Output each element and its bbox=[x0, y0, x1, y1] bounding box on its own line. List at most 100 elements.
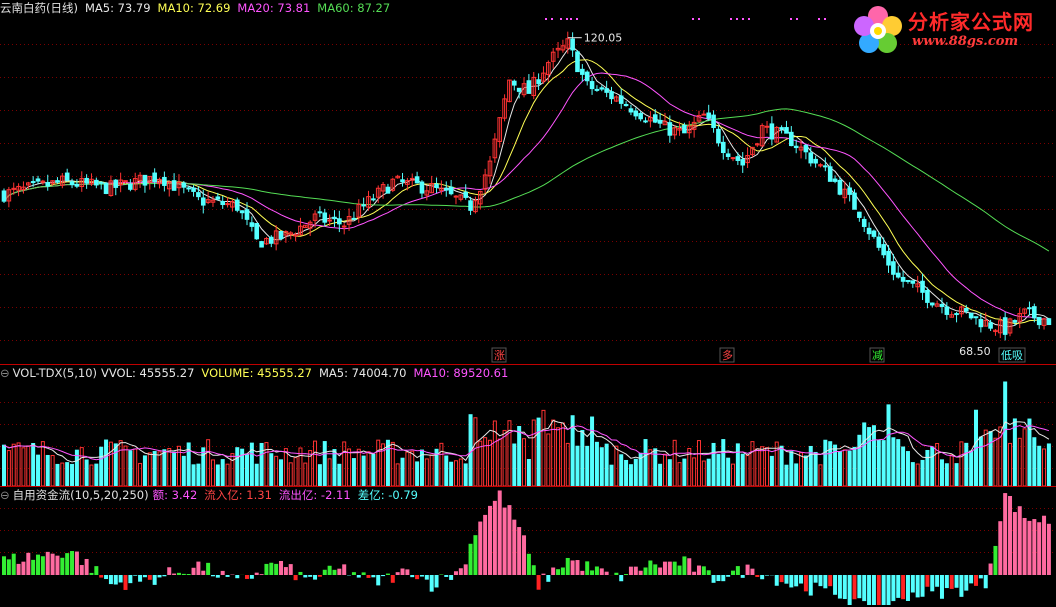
flow-indicator-name[interactable]: 自用资金流(10,5,20,250) bbox=[13, 488, 149, 502]
volume-bar bbox=[288, 462, 293, 487]
volume-bar bbox=[40, 441, 45, 487]
signal-dot bbox=[545, 18, 547, 20]
legend-flow-amount: 额: 3.42 bbox=[152, 488, 198, 502]
legend-ma10: MA10: 72.69 bbox=[157, 1, 231, 15]
candle-body bbox=[740, 159, 746, 166]
volume-bar bbox=[896, 439, 901, 487]
candle-body bbox=[181, 182, 187, 188]
volume-bar bbox=[823, 439, 828, 487]
volume-bar bbox=[949, 454, 954, 487]
candle-body bbox=[779, 127, 784, 130]
candle-body bbox=[837, 179, 843, 195]
flow-bar-positive bbox=[1037, 522, 1042, 575]
flow-bar-positive bbox=[16, 563, 21, 575]
volume-bar bbox=[104, 439, 109, 487]
candle-body bbox=[113, 179, 119, 188]
flow-bar-negative bbox=[424, 575, 429, 580]
volume-bar bbox=[395, 463, 400, 487]
candle-body bbox=[64, 172, 70, 181]
flow-bar-negative bbox=[142, 575, 147, 578]
moving-average-lines bbox=[3, 46, 1050, 328]
flow-bar-negative bbox=[837, 575, 842, 599]
flow-bar-negative bbox=[381, 575, 386, 577]
candle-body bbox=[385, 186, 391, 194]
candle-body bbox=[259, 241, 264, 248]
flow-bar-positive bbox=[483, 514, 488, 575]
flow-bar-negative bbox=[104, 575, 109, 580]
flow-bar-positive bbox=[463, 564, 468, 575]
candle-body bbox=[332, 216, 337, 220]
flow-bar-positive bbox=[45, 551, 50, 575]
flow-bar-negative bbox=[939, 575, 944, 599]
flow-bar-positive bbox=[201, 570, 206, 575]
flow-bar-positive bbox=[551, 567, 556, 575]
flow-bar-negative bbox=[954, 575, 959, 588]
volume-indicator-name[interactable]: VOL-TDX(5,10) bbox=[13, 366, 97, 380]
flow-bar-positive bbox=[254, 572, 259, 575]
volume-bar bbox=[317, 464, 322, 487]
flow-bar-positive bbox=[998, 521, 1003, 575]
volume-bar bbox=[351, 458, 356, 487]
candle-body bbox=[711, 114, 716, 128]
flow-bar-positive bbox=[298, 571, 303, 575]
volume-bar bbox=[803, 455, 808, 487]
candle-body bbox=[570, 38, 575, 51]
volume-bar bbox=[740, 453, 745, 487]
flow-bar-negative bbox=[881, 575, 886, 605]
volume-bar bbox=[21, 447, 26, 487]
flow-bar-positive bbox=[65, 553, 70, 575]
volume-bar bbox=[590, 416, 595, 487]
candle-body bbox=[526, 80, 532, 94]
flow-bar-negative bbox=[803, 575, 808, 592]
candle-body bbox=[925, 289, 930, 303]
candle-body bbox=[162, 176, 167, 186]
flow-bar-negative bbox=[876, 575, 881, 605]
flow-bar-negative bbox=[249, 575, 254, 579]
ma-line-ma5 bbox=[3, 46, 1050, 328]
candle-body bbox=[652, 114, 658, 123]
candle-body bbox=[45, 182, 51, 187]
flow-bar-negative bbox=[152, 575, 157, 585]
collapse-icon[interactable]: ⊖ bbox=[0, 488, 10, 502]
candle-body bbox=[720, 141, 726, 154]
flow-bar-negative bbox=[444, 575, 449, 577]
volume-bar bbox=[473, 417, 478, 487]
signal-dot bbox=[698, 18, 700, 20]
flow-bar-positive bbox=[565, 557, 570, 575]
candle-body bbox=[895, 272, 901, 278]
legend-flow-out: 流出亿: -2.11 bbox=[278, 488, 351, 502]
flow-bar-positive bbox=[36, 554, 41, 575]
flow-bar-negative bbox=[245, 575, 249, 579]
signal-dot bbox=[576, 18, 578, 20]
flow-bar-positive bbox=[385, 573, 390, 575]
candle-body bbox=[857, 211, 862, 218]
flow-bar-negative bbox=[376, 575, 381, 586]
candle-body bbox=[443, 188, 449, 191]
candle-body bbox=[196, 192, 201, 198]
flow-bar-positive bbox=[94, 566, 99, 575]
volume-bar bbox=[871, 425, 876, 487]
volume-bar bbox=[1042, 448, 1047, 487]
flow-bar-positive bbox=[458, 568, 463, 575]
flow-bar-positive bbox=[706, 570, 711, 575]
collapse-icon[interactable]: ⊖ bbox=[0, 366, 10, 380]
volume-bar bbox=[959, 441, 964, 487]
candle-body bbox=[594, 88, 600, 91]
flow-bar-positive bbox=[1008, 495, 1013, 575]
volume-bar bbox=[463, 463, 468, 487]
flow-bar-negative bbox=[944, 575, 949, 589]
volume-bar bbox=[254, 463, 259, 487]
volume-bar bbox=[1046, 443, 1051, 487]
volume-bar bbox=[978, 436, 983, 487]
volume-bar bbox=[779, 445, 784, 487]
volume-bar bbox=[138, 462, 143, 487]
candle-body bbox=[716, 128, 721, 144]
volume-bar bbox=[444, 455, 449, 487]
flow-bar-positive bbox=[692, 571, 697, 575]
stock-chart: 120.05 68.50 涨 多 减 低吸 bbox=[0, 18, 1056, 605]
volume-bar bbox=[575, 445, 580, 487]
volume-bar bbox=[118, 440, 123, 487]
volume-bar bbox=[828, 441, 833, 487]
flow-bar-negative bbox=[210, 575, 215, 577]
price-legend: 云南白药(日线) MA5: 73.79 MA10: 72.69 MA20: 73.81… bbox=[0, 1, 397, 15]
